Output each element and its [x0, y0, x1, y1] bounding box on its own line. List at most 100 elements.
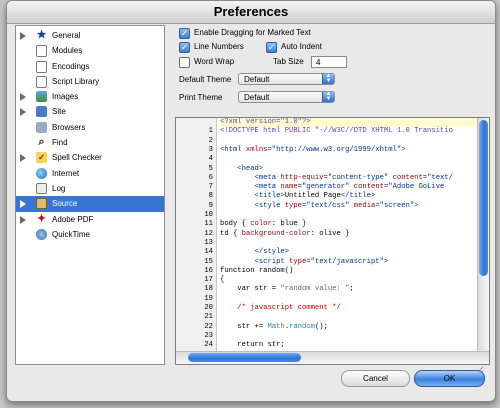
sidebar-item-internet[interactable]: Internet [16, 166, 164, 181]
line-number: 7 [208, 183, 213, 192]
code-token: content [353, 183, 384, 192]
sidebar-item-find[interactable]: ⌕ Find [16, 135, 164, 150]
sidebar-item-quicktime[interactable]: QuickTime [16, 227, 164, 242]
browser-icon [36, 121, 47, 133]
enable-dragging-checkbox[interactable]: ✓ [179, 28, 190, 39]
code-line: str += Math.random(); [220, 323, 328, 332]
disclosure-triangle-icon[interactable] [20, 32, 26, 40]
code-token: { [220, 276, 225, 285]
code-line: <script type="text/javascript"> [220, 258, 389, 267]
source-icon [36, 198, 47, 210]
code-token: color [250, 220, 272, 229]
line-number: 2 [208, 136, 213, 145]
auto-indent-checkbox[interactable]: ✓ [266, 42, 277, 53]
code-token: ="generator" [297, 183, 354, 192]
sidebar-item-modules[interactable]: Modules [16, 43, 164, 58]
print-theme-label: Print Theme [179, 93, 223, 102]
cancel-button[interactable]: Cancel [341, 370, 410, 387]
print-theme-popup[interactable]: Default ▲ ▼ [238, 91, 335, 103]
pdf-icon: ✦ [36, 212, 47, 225]
line-number: 18 [204, 285, 213, 294]
ok-button[interactable]: OK [414, 370, 485, 387]
code-line: return str; [220, 341, 284, 350]
horizontal-scroll-thumb[interactable] [188, 353, 301, 362]
preferences-window: Preferences ★ General Modules Encodings Scri… [6, 0, 496, 402]
line-numbers-checkbox[interactable]: ✓ [179, 42, 190, 53]
sidebar-item-label: QuickTime [52, 229, 90, 239]
code-token: ="Adobe GoLive [383, 183, 449, 192]
code-line: var str = "random value: "; [220, 285, 354, 294]
default-theme-popup[interactable]: Default ▲ ▼ [238, 73, 335, 85]
code-token: ="screen"> [375, 201, 419, 210]
source-code-editor[interactable]: 1234567891011121314151617181920212223242… [175, 117, 490, 365]
sidebar-item-log[interactable]: Log [16, 181, 164, 196]
sidebar-item-browsers[interactable]: Browsers [16, 120, 164, 135]
sidebar-item-label: Images [52, 92, 79, 102]
line-number: 4 [208, 155, 213, 164]
code-token: ="content-type" [323, 173, 393, 182]
code-line: function random() [220, 267, 293, 276]
code-line: <!DOCTYPE html PUBLIC "-//W3C//DTD XHTML… [220, 127, 453, 136]
sidebar-item-images[interactable]: Images [16, 89, 164, 104]
word-wrap-checkbox[interactable] [179, 57, 190, 68]
code-line: { [220, 276, 224, 285]
code-token: <meta [254, 183, 281, 192]
code-line: <meta http-equiv="content-type" content=… [220, 174, 453, 183]
sidebar-item-label: General [52, 31, 81, 40]
code-token: ="http://www.w3.org/1999/xhtml"> [267, 145, 406, 154]
disclosure-triangle-icon[interactable] [20, 108, 26, 117]
line-number: 16 [204, 266, 213, 275]
code-line: <?xml version="1.0"?> [220, 118, 311, 127]
line-number: 11 [204, 220, 213, 229]
sidebar-item-label: Site [52, 107, 66, 117]
sidebar-item-encodings[interactable]: Encodings [16, 59, 164, 74]
popup-arrows-icon: ▲ ▼ [322, 91, 334, 102]
disclosure-triangle-icon[interactable] [20, 154, 26, 163]
line-number: 19 [204, 294, 213, 303]
code-line: </style> [220, 248, 290, 257]
code-line: <html xmlns="http://www.w3.org/1999/xhtm… [220, 146, 406, 155]
vertical-scroll-thumb[interactable] [479, 120, 488, 276]
auto-indent-label: Auto Indent [281, 42, 322, 51]
disclosure-triangle-icon[interactable] [20, 200, 26, 209]
code-line: <meta name="generator" content="Adobe Go… [220, 183, 449, 192]
sidebar-item-site[interactable]: Site [16, 104, 164, 119]
default-theme-value: Default [244, 75, 270, 84]
sidebar-item-script-library[interactable]: Script Library [16, 74, 164, 89]
sidebar-item-source[interactable]: Source [16, 196, 164, 212]
disclosure-triangle-icon[interactable] [20, 93, 26, 102]
code-token: ; [349, 285, 354, 294]
code-token: "random value: " [280, 285, 350, 294]
code-area[interactable]: <?xml version="1.0"?> <!DOCTYPE html PUBL… [220, 118, 476, 351]
code-token: var str = [237, 285, 281, 294]
code-token: body { [220, 220, 251, 229]
sidebar-item-general[interactable]: ★ General [16, 28, 164, 43]
popup-arrows-icon: ▲ ▼ [322, 73, 334, 84]
sidebar-item-adobe-pdf[interactable]: ✦ Adobe PDF [16, 212, 164, 227]
code-token: <title> [254, 192, 285, 201]
line-number: 21 [204, 313, 213, 322]
tab-size-field[interactable]: 4 [311, 56, 347, 68]
log-icon [36, 182, 47, 194]
line-number: 23 [204, 331, 213, 340]
code-token: <?xml version="1.0"?> [220, 118, 311, 126]
vertical-scrollbar[interactable] [477, 118, 489, 351]
line-number: 13 [204, 238, 213, 247]
print-theme-value: Default [244, 93, 270, 102]
image-icon [36, 91, 47, 103]
module-icon [36, 45, 47, 58]
code-line: body { color: blue } [220, 220, 306, 229]
horizontal-scrollbar[interactable] [176, 351, 489, 364]
sidebar-item-label: Modules [52, 46, 83, 56]
star-icon: ★ [36, 29, 47, 41]
sidebar-item-spell-checker[interactable]: ✓ Spell Checker [16, 150, 164, 165]
line-number: 24 [204, 341, 213, 350]
sidebar-item-label: Script Library [52, 76, 100, 86]
disclosure-triangle-icon[interactable] [20, 215, 26, 224]
